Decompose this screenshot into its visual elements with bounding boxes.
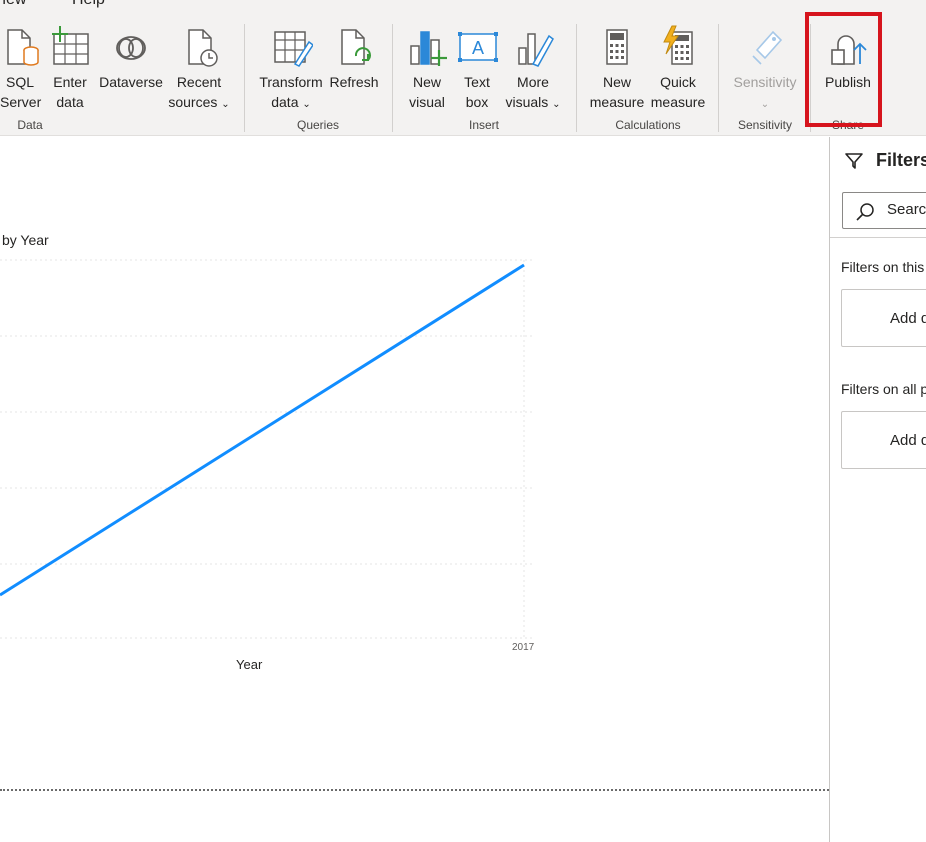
chevron-down-icon: ⌄ bbox=[302, 99, 311, 110]
ribbon-divider bbox=[244, 24, 245, 132]
ribbon: SQL Server Enter data Dataverse Recent s… bbox=[0, 18, 926, 136]
transform-data-icon bbox=[274, 31, 313, 67]
enter-data-icon bbox=[52, 26, 89, 65]
group-label-data: Data bbox=[17, 118, 43, 132]
filter-funnel-icon bbox=[845, 153, 863, 169]
chevron-down-icon: ⌄ bbox=[221, 99, 230, 110]
refresh-icon bbox=[341, 29, 371, 65]
menu-help[interactable]: Help bbox=[72, 0, 105, 9]
new-visual-icon bbox=[410, 31, 447, 66]
quick-measure-icon bbox=[663, 25, 693, 65]
filters-search-box[interactable] bbox=[842, 192, 926, 229]
ribbon-divider bbox=[392, 24, 393, 132]
transform-data-button[interactable]: Transform data ⌄ bbox=[258, 24, 324, 115]
x-tick-label: 2017 bbox=[512, 642, 535, 653]
new-measure-button[interactable]: New measure bbox=[588, 24, 646, 112]
new-visual-button[interactable]: New visual bbox=[404, 24, 450, 112]
sql-server-button[interactable]: SQL Server bbox=[0, 24, 41, 112]
menu-bar: View Help bbox=[0, 0, 926, 18]
recent-sources-button[interactable]: Recent sources ⌄ bbox=[166, 24, 232, 115]
filters-on-all-pages-label: Filters on all pages bbox=[841, 381, 926, 397]
quick-measure-button[interactable]: Quick measure bbox=[648, 24, 708, 112]
filters-title: Filters bbox=[876, 150, 926, 170]
more-visuals-icon bbox=[518, 33, 554, 67]
chart-series-line[interactable] bbox=[0, 263, 525, 597]
filters-pane: Filters Filters on this page Add data fi… bbox=[829, 137, 926, 842]
group-label-queries: Queries bbox=[296, 118, 340, 132]
calculator-icon bbox=[606, 29, 628, 65]
menu-view[interactable]: View bbox=[0, 0, 26, 9]
ribbon-divider bbox=[576, 24, 577, 132]
sensitivity-button[interactable]: Sensitivity ⌄ bbox=[728, 24, 802, 115]
text-box-button[interactable]: A Text box bbox=[456, 24, 498, 112]
chevron-down-icon: ⌄ bbox=[552, 99, 561, 110]
group-label-calculations: Calculations bbox=[615, 118, 681, 132]
filters-search-input[interactable] bbox=[887, 201, 926, 218]
more-visuals-button[interactable]: More visuals ⌄ bbox=[504, 24, 562, 115]
publish-highlight-box bbox=[805, 12, 882, 127]
enter-data-button[interactable]: Enter data bbox=[48, 24, 92, 112]
ribbon-divider bbox=[718, 24, 719, 132]
svg-text:A: A bbox=[472, 38, 484, 58]
filters-on-this-page-label: Filters on this page bbox=[841, 259, 926, 275]
text-box-icon: A bbox=[458, 32, 498, 62]
chart-title: by Year bbox=[2, 232, 49, 248]
recent-sources-icon bbox=[188, 29, 218, 67]
chart-gridlines bbox=[0, 259, 535, 639]
sql-server-icon bbox=[7, 29, 39, 66]
group-label-insert: Insert bbox=[468, 118, 499, 132]
add-data-fields-drop-zone[interactable]: Add data fields here bbox=[841, 411, 926, 469]
dataverse-icon bbox=[116, 36, 146, 60]
sensitivity-label-icon bbox=[752, 30, 783, 65]
group-label-sensitivity: Sensitivity bbox=[737, 118, 793, 132]
line-chart[interactable] bbox=[0, 250, 560, 650]
chevron-down-icon: ⌄ bbox=[760, 99, 770, 110]
search-icon bbox=[856, 203, 874, 221]
x-axis-title: Year bbox=[236, 657, 263, 672]
refresh-button[interactable]: Refresh bbox=[328, 24, 380, 92]
filters-separator bbox=[830, 237, 926, 238]
add-data-fields-drop-zone[interactable]: Add data fields here bbox=[841, 289, 926, 347]
canvas-boundary-line bbox=[0, 789, 829, 791]
dataverse-button[interactable]: Dataverse bbox=[98, 24, 164, 92]
